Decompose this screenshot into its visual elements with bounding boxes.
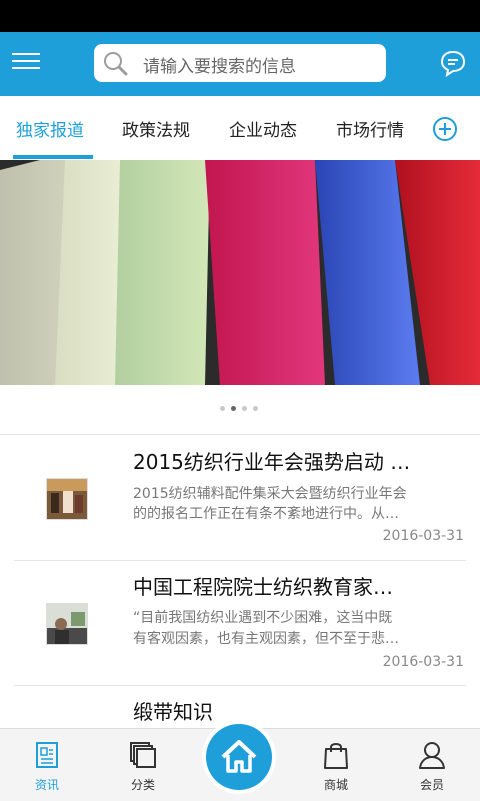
news-summary-line: 的的报名工作正在有条不紊地进行中。从… — [133, 506, 399, 522]
news-item[interactable]: 2015纺织行业年会强势启动 … 2015纺织辅料配件集采大会暨纺织行业年会 的… — [0, 435, 480, 560]
home-button[interactable] — [206, 724, 272, 790]
news-thumbnail — [46, 478, 88, 520]
category-icon — [130, 742, 156, 768]
search-input[interactable]: 请输入要搜索的信息 — [94, 44, 386, 82]
news-title: 2015纺织行业年会强势启动 … — [133, 450, 411, 474]
carousel-indicator — [220, 406, 260, 412]
carousel-dot[interactable] — [220, 406, 225, 411]
news-date: 2016-03-31 — [382, 528, 464, 544]
search-icon — [104, 52, 128, 76]
nav-item-member[interactable]: 会员 — [402, 740, 462, 793]
tab-enterprise[interactable]: 企业动态 — [229, 116, 297, 141]
news-summary-line: 2015纺织辅料配件集采大会暨纺织行业年会 — [133, 486, 407, 502]
banner-image[interactable] — [0, 160, 480, 385]
add-tab-icon[interactable] — [432, 116, 458, 142]
tab-policy[interactable]: 政策法规 — [122, 116, 190, 141]
nav-label: 分类 — [130, 778, 155, 792]
news-summary-line: 有客观因素，也有主观因素，但不至于悲… — [133, 631, 399, 647]
news-title: 缎带知识 — [133, 700, 213, 724]
nav-item-news[interactable]: 资讯 — [17, 740, 77, 793]
news-item[interactable]: 缎带知识 — [0, 686, 480, 728]
nav-item-mall[interactable]: 商城 — [306, 740, 366, 793]
news-icon — [36, 742, 58, 768]
shopping-bag-icon — [324, 743, 348, 769]
active-tab-indicator — [13, 155, 93, 159]
news-thumbnail — [46, 603, 88, 645]
search-placeholder: 请输入要搜索的信息 — [143, 57, 296, 77]
home-icon — [221, 740, 257, 773]
status-bar — [0, 0, 480, 32]
carousel-dot[interactable] — [253, 406, 258, 411]
tab-market[interactable]: 市场行情 — [336, 116, 404, 141]
chat-icon[interactable] — [438, 48, 468, 78]
nav-label: 商城 — [323, 778, 348, 792]
carousel-dot-active[interactable] — [231, 406, 236, 411]
menu-icon[interactable] — [12, 48, 40, 76]
user-icon — [419, 742, 445, 769]
news-item[interactable]: 中国工程院院士纺织教育家… “目前我国纺织业遇到不少困难，这当中既 有客观因素，… — [0, 561, 480, 686]
nav-item-category[interactable]: 分类 — [113, 740, 173, 793]
nav-label: 资讯 — [34, 778, 59, 792]
news-date: 2016-03-31 — [382, 654, 464, 670]
news-title: 中国工程院院士纺织教育家… — [133, 575, 393, 599]
carousel-dot[interactable] — [242, 406, 247, 411]
news-summary-line: “目前我国纺织业遇到不少困难，这当中既 — [133, 610, 393, 626]
tab-exclusive[interactable]: 独家报道 — [16, 116, 84, 141]
nav-label: 会员 — [419, 778, 444, 792]
